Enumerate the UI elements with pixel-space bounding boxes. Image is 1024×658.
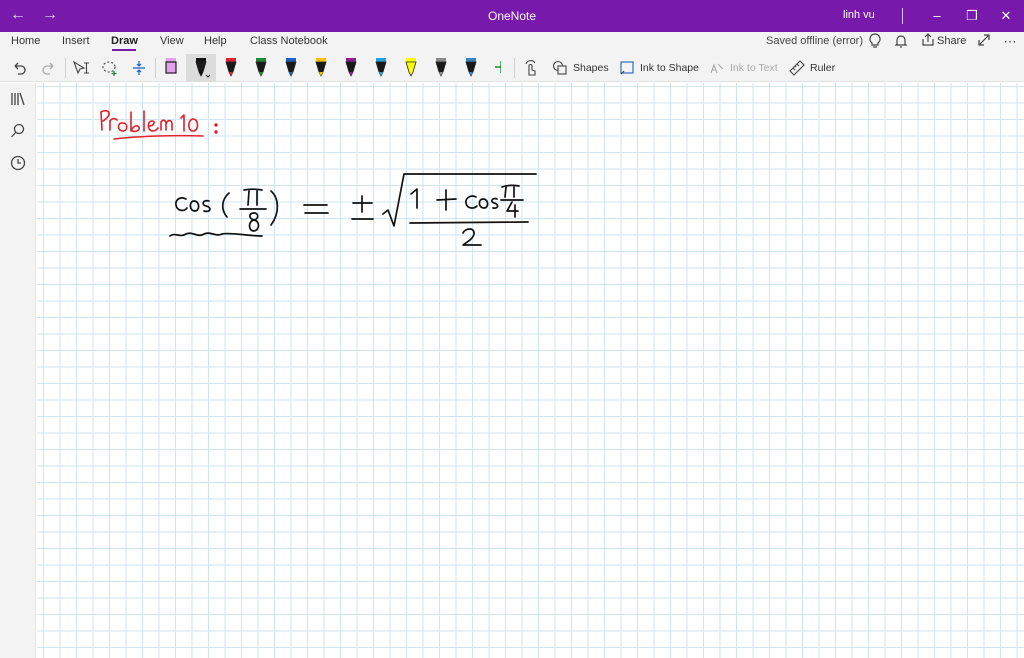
title-bar: ← → OneNote linh vu – ❐ ✕ [0,0,1024,32]
blue-pen-icon[interactable] [285,58,297,77]
yellow-highlighter-icon[interactable] [405,58,417,77]
notebooks-icon[interactable] [8,91,28,111]
add-space-icon[interactable] [129,57,149,79]
user-name[interactable]: linh vu [843,9,875,21]
sync-status[interactable]: Saved offline (error) [766,35,863,47]
pen-palette [165,58,501,78]
type-select-icon[interactable] [71,57,91,79]
bell-icon[interactable] [892,33,910,51]
black-pen-icon[interactable] [195,58,211,78]
share-button[interactable]: Share [937,35,966,47]
expand-icon[interactable] [975,33,993,51]
tab-class-notebook[interactable]: Class Notebook [250,35,328,47]
yellow-pen-icon[interactable] [315,58,327,77]
green-pen-icon[interactable] [255,58,267,77]
close-button[interactable]: ✕ [996,6,1016,26]
pink-highlighter-icon[interactable] [165,58,177,74]
red-pen-icon[interactable] [225,58,237,77]
undo-icon[interactable] [9,57,29,79]
equation-ink [169,173,537,246]
cyan-pen-icon[interactable] [375,58,387,77]
tab-draw[interactable]: Draw [111,35,138,47]
more-options-icon[interactable]: ⋯ [1001,33,1019,51]
ink-to-shape-label: Ink to Shape [640,62,699,74]
recent-clock-icon[interactable] [8,155,28,175]
ruler-button[interactable]: Ruler [789,57,835,79]
gray-pen-icon[interactable] [435,58,447,77]
ruler-label: Ruler [810,62,836,74]
titlebar-divider [902,8,903,24]
navigation-sidebar [0,83,36,658]
active-tab-indicator [112,49,136,51]
lasso-select-icon[interactable] [100,57,120,79]
problem-heading-ink [100,109,218,140]
blue-gray-pen-icon[interactable] [465,58,477,77]
toolbar-divider [65,58,66,78]
tab-view[interactable]: View [160,35,184,47]
tab-home[interactable]: Home [11,35,40,47]
search-icon[interactable] [8,123,28,143]
toolbar-divider [155,58,156,78]
shapes-label: Shapes [573,62,609,74]
restore-button[interactable]: ❐ [962,6,982,26]
toolbar-divider [514,58,515,78]
share-icon[interactable] [919,33,937,51]
purple-pen-icon[interactable] [345,58,357,77]
ribbon-tabs: Home Insert Draw View Help Class Noteboo… [0,32,1024,54]
ink-to-text-button[interactable]: Ink to Text [709,57,778,79]
redo-icon[interactable] [39,57,59,79]
shapes-button[interactable]: Shapes [552,57,609,79]
note-canvas[interactable] [37,83,1024,658]
chevron-down-icon [205,74,211,78]
touch-draw-icon[interactable] [521,57,541,79]
draw-toolbar [0,54,1024,82]
add-pen-icon[interactable] [495,61,501,73]
minimize-button[interactable]: – [927,6,947,26]
tab-help[interactable]: Help [204,35,227,47]
lightbulb-icon[interactable] [866,33,884,51]
ink-to-shape-button[interactable]: Ink to Shape [619,57,699,79]
tab-insert[interactable]: Insert [62,35,90,47]
ink-to-text-label: Ink to Text [730,62,778,74]
handwritten-ink [100,109,537,246]
